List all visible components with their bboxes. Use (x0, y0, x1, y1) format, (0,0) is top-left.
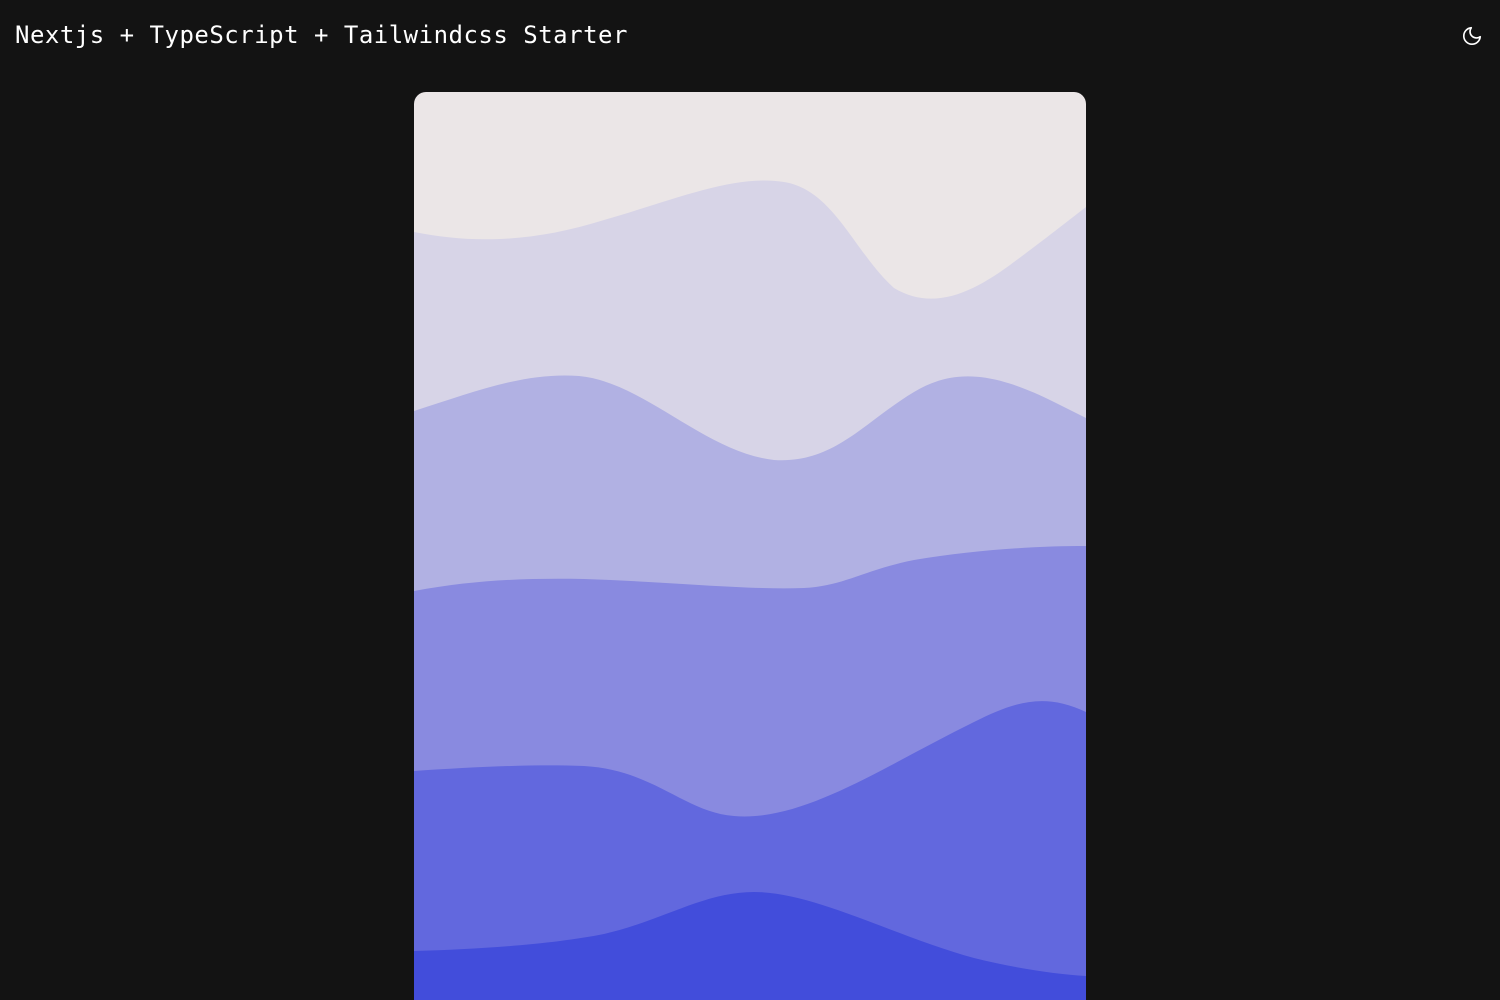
page-title: Nextjs + TypeScript + Tailwindcss Starte… (15, 21, 628, 49)
moon-icon (1461, 25, 1483, 47)
layered-waves-illustration (414, 92, 1086, 1000)
wave-illustration-card (414, 92, 1086, 1000)
theme-toggle-button[interactable] (1456, 20, 1488, 52)
app-header: Nextjs + TypeScript + Tailwindcss Starte… (0, 0, 1500, 72)
